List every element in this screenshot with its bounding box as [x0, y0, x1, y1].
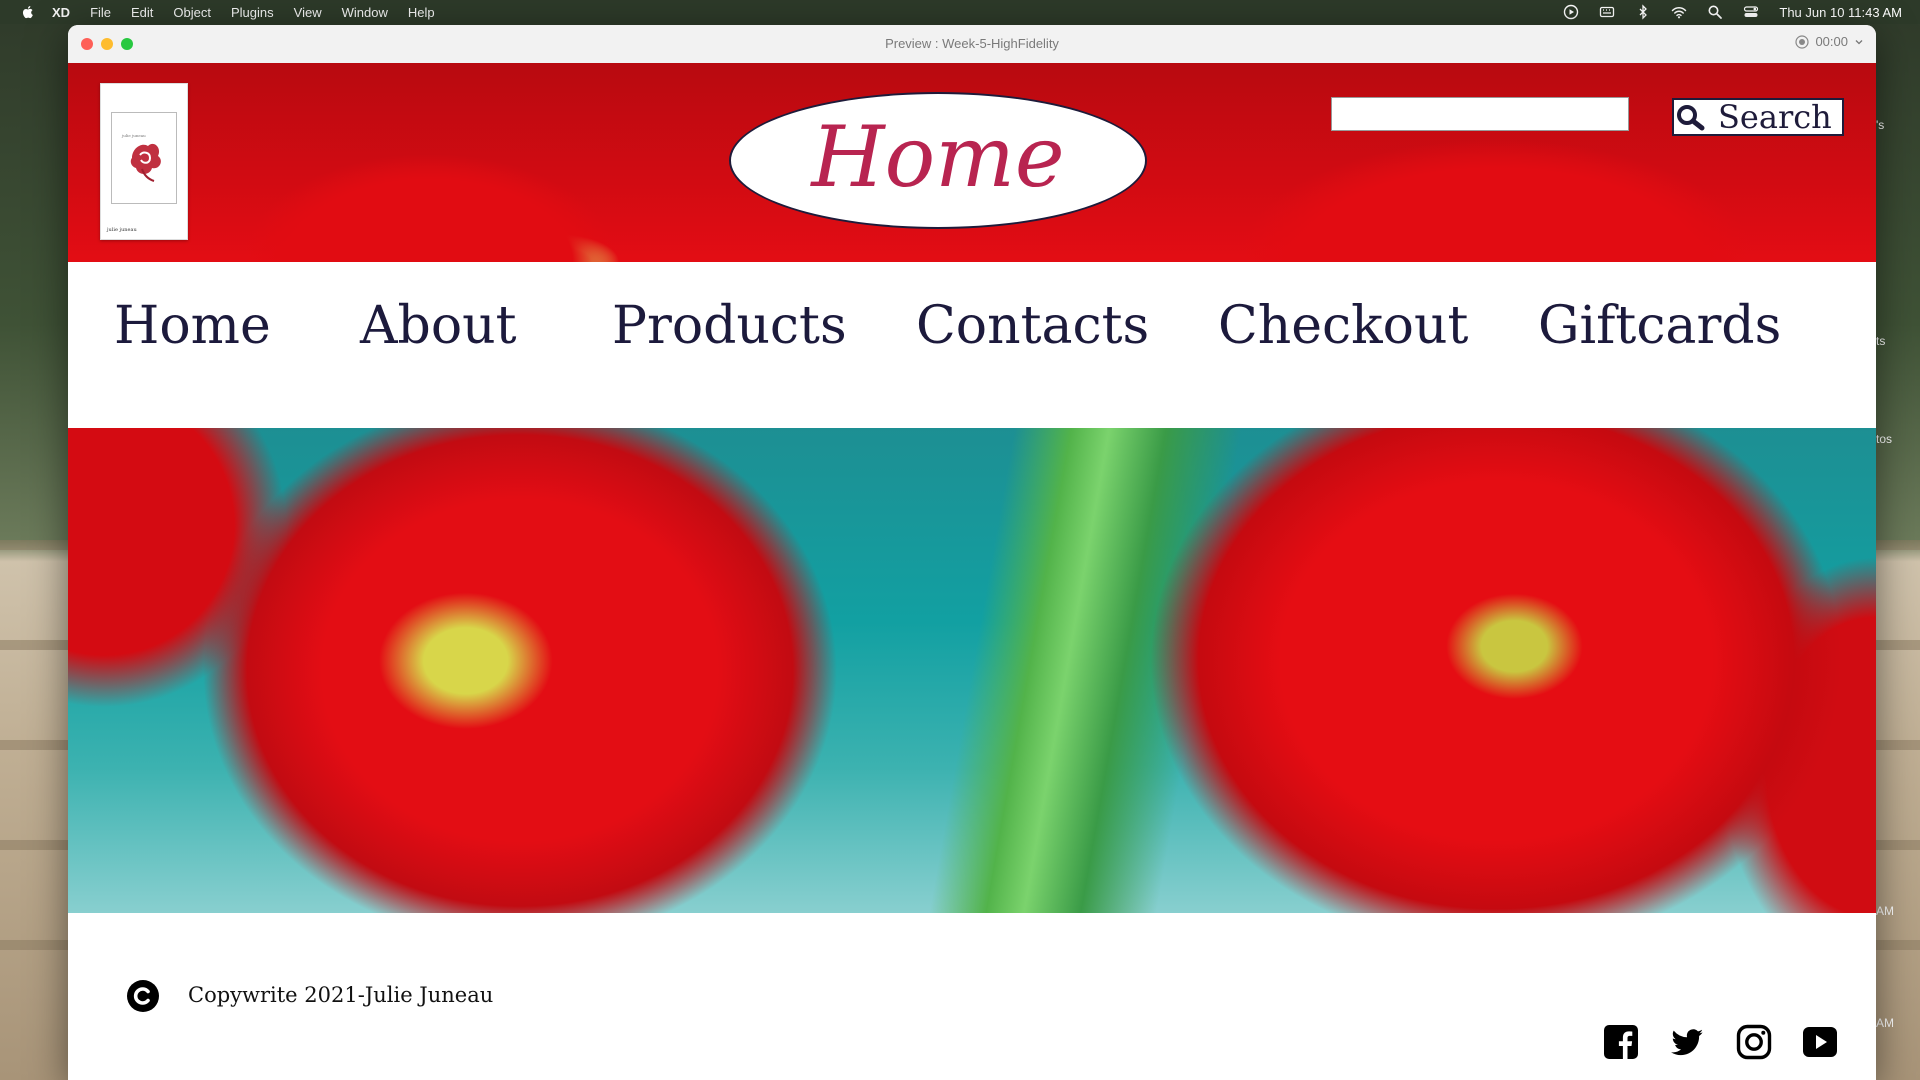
desktop-label: AM [1876, 1016, 1894, 1030]
logo[interactable]: julie juneau julie juneau [100, 83, 188, 240]
menu-window[interactable]: Window [342, 5, 388, 20]
nav-products[interactable]: Products [612, 296, 847, 356]
menu-object[interactable]: Object [173, 5, 211, 20]
desktop-label: 's [1876, 118, 1885, 132]
menu-view[interactable]: View [294, 5, 322, 20]
copyright-icon [127, 980, 159, 1012]
menu-help[interactable]: Help [408, 5, 435, 20]
apple-icon[interactable] [20, 4, 36, 20]
keyboard-icon[interactable] [1599, 4, 1615, 20]
svg-text:julie juneau: julie juneau [121, 133, 146, 138]
search-button-label: Search [1718, 98, 1832, 136]
system-menu-bar: XD File Edit Object Plugins View Window … [0, 0, 1920, 24]
chevron-down-icon [1855, 39, 1863, 44]
menu-file[interactable]: File [90, 5, 111, 20]
window-title: Preview : Week-5-HighFidelity [885, 36, 1059, 51]
wifi-icon[interactable] [1671, 4, 1687, 20]
nav-giftcards[interactable]: Giftcards [1538, 296, 1781, 356]
logo-artwork: julie juneau [111, 112, 177, 204]
desktop-label: ts [1876, 334, 1886, 348]
menubar-clock[interactable]: Thu Jun 10 11:43 AM [1779, 5, 1902, 20]
nav-about[interactable]: About [360, 296, 517, 356]
search-button[interactable]: Search [1672, 98, 1844, 136]
desktop-label: AM [1876, 904, 1894, 918]
menu-edit[interactable]: Edit [131, 5, 153, 20]
facebook-icon[interactable] [1603, 1024, 1639, 1060]
bluetooth-icon[interactable] [1635, 4, 1651, 20]
nav-home[interactable]: Home [114, 296, 271, 356]
youtube-icon[interactable] [1802, 1024, 1838, 1060]
logo-caption: julie juneau [107, 227, 137, 233]
desktop-label: tos [1876, 432, 1893, 446]
timer-value: 00:00 [1815, 34, 1848, 49]
nav-contacts[interactable]: Contacts [916, 296, 1149, 356]
spotlight-search-icon[interactable] [1707, 4, 1723, 20]
preview-window: Preview : Week-5-HighFidelity 00:00 juli… [68, 25, 1876, 1080]
menu-plugins[interactable]: Plugins [231, 5, 274, 20]
menu-app-name[interactable]: XD [52, 5, 70, 20]
header-banner: julie juneau julie juneau Home Search [68, 63, 1876, 262]
footer: Copywrite 2021-Julie Juneau [68, 913, 1876, 1080]
copyright-text: Copywrite 2021-Julie Juneau [188, 983, 494, 1007]
play-circle-icon[interactable] [1563, 4, 1579, 20]
control-center-icon[interactable] [1743, 4, 1759, 20]
prototype-page: julie juneau julie juneau Home Search Ho… [68, 63, 1876, 1080]
record-icon [1795, 34, 1810, 49]
page-title-badge: Home [729, 92, 1147, 229]
window-titlebar[interactable]: Preview : Week-5-HighFidelity 00:00 [68, 25, 1876, 64]
hero-image [68, 428, 1876, 913]
page-title: Home [811, 107, 1065, 206]
nav-checkout[interactable]: Checkout [1218, 296, 1468, 356]
instagram-icon[interactable] [1736, 1024, 1772, 1060]
search-icon [1677, 105, 1705, 131]
recording-timer[interactable]: 00:00 [1795, 34, 1864, 49]
twitter-icon[interactable] [1669, 1024, 1705, 1060]
rose-logo-icon: julie juneau [121, 133, 161, 182]
search-input[interactable] [1331, 97, 1629, 131]
main-navigation: Home About Products Contacts Checkout Gi… [68, 262, 1876, 429]
